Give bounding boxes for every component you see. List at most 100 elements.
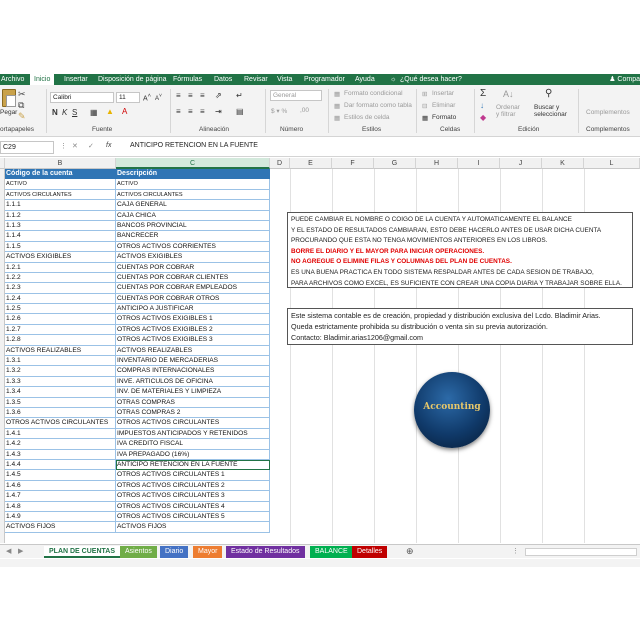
description-cell[interactable]: OTRAS COMPRAS 2	[116, 407, 270, 419]
account-code-cell[interactable]: 1.3.2	[5, 366, 116, 377]
indent-icon[interactable]: ⇥	[215, 107, 222, 116]
account-code-cell[interactable]: 1.2.8	[5, 335, 116, 346]
sort-filter-button[interactable]: Ordenar y filtrar	[496, 104, 524, 118]
align-right-icon[interactable]: ≡	[200, 107, 205, 116]
tab-archivo[interactable]: Archivo	[1, 74, 24, 85]
account-code-cell[interactable]: 1.1.2	[5, 210, 116, 221]
account-code-cell[interactable]: 1.4.4	[5, 459, 116, 471]
account-code-cell[interactable]: 1.2.5	[5, 304, 116, 315]
description-cell[interactable]: ACTIVOS EXIGIBLES	[116, 252, 270, 263]
account-code-cell[interactable]: ACTIVOS FIJOS	[5, 522, 116, 533]
align-top-icon[interactable]: ≡	[176, 91, 181, 100]
grow-font-icon[interactable]: A˄	[143, 93, 151, 102]
description-cell[interactable]: CUENTAS POR COBRAR EMPLEADOS	[116, 283, 270, 294]
account-code-cell[interactable]: 1.4.1	[5, 428, 116, 440]
column-header-b[interactable]: B	[5, 158, 116, 169]
description-cell[interactable]: IVA CREDITO FISCAL	[116, 439, 270, 450]
column-header-l[interactable]: L	[584, 158, 640, 169]
tab-programador[interactable]: Programador	[304, 74, 345, 85]
cut-icon[interactable]: ✂	[18, 89, 26, 99]
account-code-cell[interactable]: ACTIVO	[5, 179, 116, 190]
cancel-icon[interactable]: ✕	[72, 142, 78, 150]
sheet-tab-plan-de-cuentas[interactable]: PLAN DE CUENTAS	[44, 546, 120, 558]
account-code-cell[interactable]: 1.3.6	[5, 407, 116, 419]
description-cell[interactable]: IVA PREPAGADO (16%)	[116, 449, 270, 460]
account-code-cell[interactable]: 1.1.1	[5, 200, 116, 211]
account-code-cell[interactable]: 1.4.5	[5, 470, 116, 481]
account-code-cell[interactable]: ACTIVOS EXIGIBLES	[5, 252, 116, 263]
paste-icon[interactable]	[2, 89, 16, 107]
description-cell[interactable]: INVENTARIO DE MERCADERIAS	[116, 356, 270, 367]
account-code-cell[interactable]: 1.2.6	[5, 314, 116, 325]
insert-button[interactable]: Insertar	[432, 90, 454, 97]
description-cell[interactable]: CUENTAS POR COBRAR	[116, 262, 270, 273]
column-header-i[interactable]: I	[458, 158, 500, 169]
column-header-f[interactable]: F	[332, 158, 374, 169]
sheet-tab-asientos[interactable]: Asientos	[120, 546, 157, 558]
column-header-h[interactable]: H	[416, 158, 458, 169]
share-button[interactable]: ♟ Compa	[609, 74, 640, 85]
account-code-cell[interactable]: 1.1.5	[5, 241, 116, 253]
tab-disposicion[interactable]: Disposición de página	[98, 74, 167, 85]
account-code-cell[interactable]: 1.2.1	[5, 262, 116, 273]
account-code-cell[interactable]: 1.2.7	[5, 324, 116, 336]
description-cell[interactable]: ANTICIPO A JUSTIFICAR	[116, 304, 270, 315]
account-code-cell[interactable]: 1.2.4	[5, 293, 116, 305]
insert-function-icon[interactable]: fx	[106, 142, 111, 149]
account-code-cell[interactable]: 1.2.2	[5, 272, 116, 284]
account-code-cell[interactable]: 1.2.3	[5, 283, 116, 294]
description-cell[interactable]: OTROS ACTIVOS CIRCULANTES 3	[116, 491, 270, 502]
description-cell[interactable]: OTROS ACTIVOS EXIGIBLES 1	[116, 314, 270, 325]
fill-icon[interactable]: ↓	[480, 101, 484, 110]
decimal-icon[interactable]: ,00	[300, 107, 309, 114]
description-cell[interactable]: OTROS ACTIVOS CIRCULANTES 4	[116, 501, 270, 512]
find-select-button[interactable]: Buscar y seleccionar	[534, 104, 572, 118]
description-cell[interactable]: OTROS ACTIVOS CIRCULANTES	[116, 418, 270, 429]
column-header-g[interactable]: G	[374, 158, 416, 169]
account-code-cell[interactable]: 1.3.1	[5, 356, 116, 367]
cell-styles-button[interactable]: Estilos de celda	[344, 114, 390, 121]
header-account-code[interactable]: Código de la cuenta	[5, 169, 116, 180]
tab-formulas[interactable]: Fórmulas	[173, 74, 202, 85]
align-left-icon[interactable]: ≡	[176, 107, 181, 116]
description-cell[interactable]: ANTICIPO RETENCION EN LA FUENTE	[116, 459, 270, 471]
account-code-cell[interactable]: 1.3.3	[5, 376, 116, 388]
number-format-select[interactable]: General	[270, 90, 322, 101]
delete-button[interactable]: Eliminar	[432, 102, 455, 109]
account-code-cell[interactable]: 1.1.3	[5, 220, 116, 232]
italic-icon[interactable]: K	[62, 108, 67, 117]
account-code-cell[interactable]: OTROS ACTIVOS CIRCULANTES	[5, 418, 116, 429]
description-cell[interactable]: OTROS ACTIVOS EXIGIBLES 3	[116, 335, 270, 346]
description-cell[interactable]: OTROS ACTIVOS CORRIENTES	[116, 241, 270, 253]
account-code-cell[interactable]: 1.4.9	[5, 511, 116, 523]
account-code-cell[interactable]: 1.4.8	[5, 501, 116, 512]
tab-insertar[interactable]: Insertar	[64, 74, 88, 85]
description-cell[interactable]: CUENTAS POR COBRAR OTROS	[116, 293, 270, 305]
bold-icon[interactable]: N	[52, 108, 58, 117]
name-box[interactable]: C29	[0, 141, 54, 154]
description-cell[interactable]: ACTIVOS FIJOS	[116, 522, 270, 533]
merge-icon[interactable]: ▤	[236, 107, 244, 116]
tell-me-search[interactable]: ¿Qué desea hacer?	[400, 74, 462, 85]
enter-icon[interactable]: ✓	[88, 142, 94, 150]
account-code-cell[interactable]: 1.3.4	[5, 387, 116, 398]
format-as-table-button[interactable]: Dar formato como tabla	[344, 102, 412, 109]
fill-color-icon[interactable]: ▲	[106, 107, 114, 116]
column-header-e[interactable]: E	[290, 158, 332, 169]
horizontal-scrollbar[interactable]	[525, 548, 637, 556]
prev-sheet-icon[interactable]: ◀	[6, 547, 11, 555]
font-name-select[interactable]: Calibri	[50, 92, 114, 103]
description-cell[interactable]: OTROS ACTIVOS CIRCULANTES 5	[116, 511, 270, 523]
add-sheet-icon[interactable]: ⊕	[406, 546, 414, 557]
description-cell[interactable]: OTROS ACTIVOS EXIGIBLES 2	[116, 324, 270, 336]
description-cell[interactable]: CUENTAS POR COBRAR CLIENTES	[116, 272, 270, 284]
description-cell[interactable]: IMPUESTOS ANTICIPADOS Y RETENIDOS	[116, 428, 270, 440]
description-cell[interactable]: CAJA GENERAL	[116, 200, 270, 211]
column-header-c[interactable]: C	[116, 158, 270, 169]
orientation-icon[interactable]: ⇗	[215, 91, 222, 100]
description-cell[interactable]: INVE. ARTICULOS DE OFICINA	[116, 376, 270, 388]
account-code-cell[interactable]: 1.4.3	[5, 449, 116, 460]
shrink-font-icon[interactable]: A˅	[155, 93, 162, 102]
wrap-text-icon[interactable]: ↵	[236, 91, 243, 100]
formula-input[interactable]: ANTICIPO RETENCION EN LA FUENTE	[130, 142, 258, 149]
